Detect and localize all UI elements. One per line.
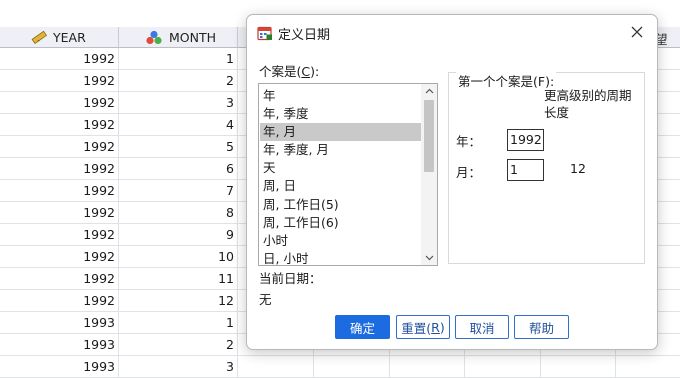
help-button[interactable]: 帮助 [514,315,569,339]
cell-year[interactable]: 1992 [0,290,119,311]
cell-year[interactable]: 1992 [0,114,119,135]
table-row[interactable]: 1993 3 [0,356,680,378]
cell-month[interactable]: 2 [119,70,238,91]
list-item[interactable]: 周, 日 [260,177,421,195]
close-button[interactable] [625,21,649,43]
cell-month[interactable]: 1 [119,48,238,69]
column-header-year[interactable]: YEAR [0,27,119,48]
cell-month[interactable]: 11 [119,268,238,289]
cell-month[interactable]: 7 [119,180,238,201]
reset-button[interactable]: 重置(R) [396,315,450,339]
cell-year[interactable]: 1992 [0,92,119,113]
cell-year[interactable]: 1993 [0,312,119,333]
column-name: MONTH [169,29,217,45]
cell-month[interactable]: 3 [119,92,238,113]
first-case-label: 第一个个案是(F): [456,71,557,90]
cell-month[interactable]: 8 [119,202,238,223]
cell-month[interactable]: 10 [119,246,238,267]
list-item[interactable]: 年 [260,87,421,105]
cell-month[interactable]: 2 [119,334,238,355]
list-item[interactable]: 年, 月 [260,123,421,142]
scroll-up-arrow-icon[interactable] [421,84,437,98]
cell-year[interactable]: 1993 [0,334,119,355]
list-item[interactable]: 日, 小时 [260,250,421,265]
first-case-group: 第一个个案是(F): 更高级别的周期 长度 年： 1992 月： 1 12 [448,71,645,264]
cell-year[interactable]: 1992 [0,202,119,223]
list-item[interactable]: 天 [260,159,421,177]
month-period-value: 12 [570,161,586,176]
cases-are-label: 个案是(C): [259,64,320,79]
month-input[interactable]: 1 [507,159,544,181]
ok-button[interactable]: 确定 [335,315,390,339]
cell-year[interactable]: 1992 [0,158,119,179]
calendar-icon [257,26,272,41]
column-name: YEAR [53,29,86,45]
list-item[interactable]: 周, 工作日(5) [260,196,421,214]
cell-year[interactable]: 1992 [0,136,119,157]
list-item[interactable]: 年, 季度 [260,105,421,123]
current-dates-label: 当前日期： [259,271,322,286]
year-input[interactable]: 1992 [507,129,544,151]
close-icon [631,26,643,38]
cell-month[interactable]: 1 [119,312,238,333]
dialog-title: 定义日期 [278,28,331,43]
cancel-button[interactable]: 取消 [455,315,509,339]
column-header-month[interactable]: MONTH [119,27,238,48]
nominal-balls-icon [145,30,163,45]
cell-year[interactable]: 1992 [0,268,119,289]
ruler-icon [31,30,47,44]
cases-are-listbox[interactable]: 年年, 季度 年, 月年, 季度, 月天周, 日周, 工作日(5) 周, 工作日(6… [258,83,438,266]
cell-month[interactable]: 9 [119,224,238,245]
cell-month[interactable]: 5 [119,136,238,157]
cell-year[interactable]: 1992 [0,48,119,69]
list-item[interactable]: 年, 季度, 月 [260,141,421,159]
cell-year[interactable]: 1992 [0,70,119,91]
listbox-scrollbar[interactable] [421,84,437,265]
year-label: 年： [456,134,482,149]
current-dates-value: 无 [259,292,272,307]
cell-month[interactable]: 3 [119,356,238,377]
cell-year[interactable]: 1992 [0,180,119,201]
cell-year[interactable]: 1992 [0,246,119,267]
cell-year[interactable]: 1993 [0,356,119,377]
month-label: 月： [456,165,482,180]
define-dates-dialog: 定义日期 个案是(C): 年年, 季度 年, 月年, 季度, 月天周, 日周, 工… [246,14,658,350]
cell-month[interactable]: 6 [119,158,238,179]
scroll-down-arrow-icon[interactable] [421,251,437,265]
cell-year[interactable]: 1992 [0,224,119,245]
list-item[interactable]: 小时 [260,232,421,250]
cell-month[interactable]: 12 [119,290,238,311]
list-item[interactable]: 周, 工作日(6) [260,214,421,232]
cell-month[interactable]: 4 [119,114,238,135]
scroll-thumb[interactable] [424,100,434,172]
higher-period-label: 更高级别的周期 长度 [544,88,632,120]
